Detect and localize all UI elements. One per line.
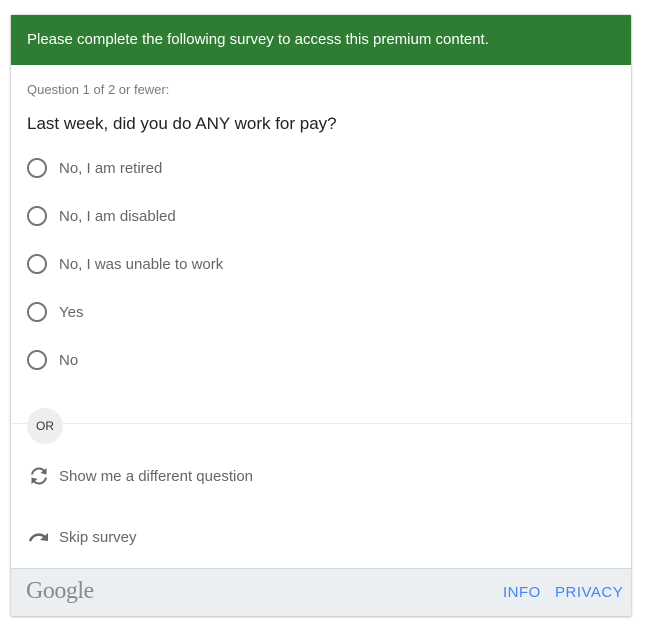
- question-counter: Question 1 of 2 or fewer:: [27, 82, 170, 97]
- option-label: No: [59, 351, 79, 369]
- skip-arrow-icon: [28, 533, 48, 542]
- skip-survey-label: Skip survey: [59, 528, 137, 546]
- survey-card: Please complete the following survey to …: [11, 15, 631, 616]
- or-badge: OR: [27, 408, 63, 444]
- survey-header: Please complete the following survey to …: [11, 15, 631, 65]
- survey-footer: Google INFO PRIVACY: [11, 568, 631, 616]
- different-question-label: Show me a different question: [59, 467, 254, 485]
- google-logo: Google: [26, 578, 94, 604]
- option-label: No, I was unable to work: [59, 255, 224, 273]
- radio-button[interactable]: [27, 158, 47, 178]
- option-retired[interactable]: No, I am retired: [27, 156, 162, 180]
- option-no[interactable]: No: [27, 348, 78, 372]
- option-yes[interactable]: Yes: [27, 300, 83, 324]
- option-disabled[interactable]: No, I am disabled: [27, 204, 176, 228]
- privacy-link[interactable]: PRIVACY: [555, 584, 623, 601]
- radio-button[interactable]: [27, 206, 47, 226]
- question-text: Last week, did you do ANY work for pay?: [27, 114, 337, 133]
- option-unable-to-work[interactable]: No, I was unable to work: [27, 252, 223, 276]
- refresh-icon: [31, 467, 47, 485]
- radio-button[interactable]: [27, 254, 47, 274]
- option-label: No, I am disabled: [59, 207, 176, 225]
- different-question-button[interactable]: Show me a different question: [27, 464, 253, 488]
- section-divider: [11, 423, 631, 424]
- info-link[interactable]: INFO: [503, 584, 541, 601]
- skip-survey-button[interactable]: Skip survey: [27, 525, 137, 549]
- radio-button[interactable]: [27, 350, 47, 370]
- option-label: Yes: [59, 303, 84, 321]
- radio-button[interactable]: [27, 302, 47, 322]
- option-label: No, I am retired: [59, 159, 163, 177]
